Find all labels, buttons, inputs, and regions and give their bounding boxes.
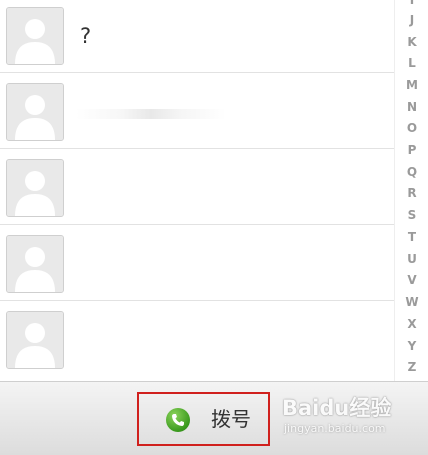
contact-row[interactable] bbox=[0, 301, 394, 377]
index-letter-y[interactable]: Y bbox=[395, 339, 428, 353]
contact-row[interactable] bbox=[0, 73, 394, 149]
baidu-jingyan-watermark: Baidu经验 jingyan.baidu.com bbox=[280, 392, 425, 444]
index-letter-s[interactable]: S bbox=[395, 208, 428, 222]
index-letter-r[interactable]: R bbox=[395, 186, 428, 200]
index-letter-n[interactable]: N bbox=[395, 100, 428, 114]
redacted-name bbox=[76, 109, 226, 119]
default-avatar-icon bbox=[6, 159, 64, 217]
contact-name: ? bbox=[80, 24, 92, 48]
index-letter-i[interactable]: I bbox=[395, 0, 428, 7]
index-letter-o[interactable]: O bbox=[395, 121, 428, 135]
contact-list: ? bbox=[0, 0, 394, 381]
index-letter-t[interactable]: T bbox=[395, 230, 428, 244]
index-letter-q[interactable]: Q bbox=[395, 165, 428, 179]
index-letter-v[interactable]: V bbox=[395, 273, 428, 287]
index-letter-p[interactable]: P bbox=[395, 143, 428, 157]
index-letter-l[interactable]: L bbox=[395, 56, 428, 70]
phone-icon bbox=[166, 408, 190, 432]
index-letter-w[interactable]: W bbox=[395, 295, 428, 309]
index-letter-u[interactable]: U bbox=[395, 252, 428, 266]
contact-row[interactable]: ? bbox=[0, 0, 394, 73]
index-letter-z[interactable]: Z bbox=[395, 360, 428, 374]
index-letter-m[interactable]: M bbox=[395, 78, 428, 92]
redacted-name bbox=[74, 263, 174, 285]
default-avatar-icon bbox=[6, 7, 64, 65]
watermark-logo: Baidu经验 bbox=[282, 396, 392, 420]
default-avatar-icon bbox=[6, 83, 64, 141]
dial-button-label: 拨号 bbox=[211, 407, 251, 431]
alphabet-index-bar[interactable]: I J K L M N O P Q R S T U V W X Y Z bbox=[394, 0, 428, 381]
default-avatar-icon bbox=[6, 235, 64, 293]
contact-row[interactable] bbox=[0, 149, 394, 225]
redacted-name bbox=[74, 179, 100, 201]
contact-row[interactable] bbox=[0, 225, 394, 301]
index-letter-j[interactable]: J bbox=[395, 13, 428, 27]
default-avatar-icon bbox=[6, 311, 64, 369]
dial-button[interactable]: 拨号 bbox=[137, 392, 270, 446]
redacted-name bbox=[74, 341, 150, 363]
index-letter-x[interactable]: X bbox=[395, 317, 428, 331]
index-letter-k[interactable]: K bbox=[395, 35, 428, 49]
watermark-url: jingyan.baidu.com bbox=[284, 422, 386, 435]
